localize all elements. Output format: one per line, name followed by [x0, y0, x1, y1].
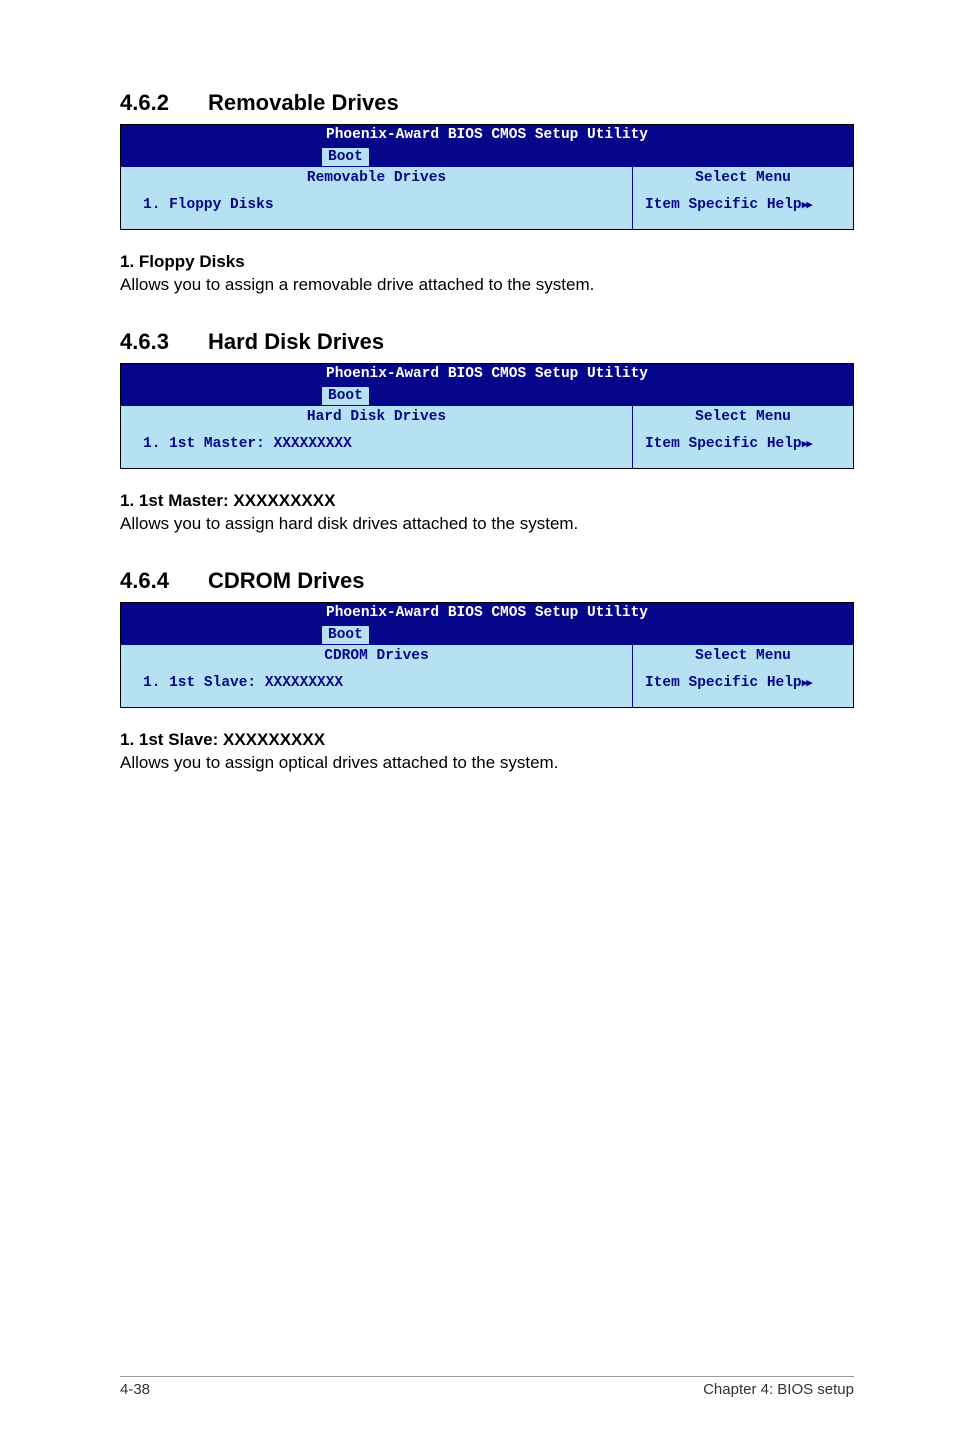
bios-panel-body: 1. 1st Master: XXXXXXXXX Item Specific H… — [121, 428, 853, 468]
panel-title: Hard Disk Drives — [121, 406, 633, 428]
bios-tab-row: Boot — [121, 622, 853, 644]
bios-panel-header: Removable Drives Select Menu — [121, 166, 853, 189]
page-footer: 4-38 Chapter 4: BIOS setup — [120, 1376, 854, 1398]
description: Allows you to assign optical drives atta… — [120, 752, 854, 775]
bios-screenshot-cdrom: Phoenix-Award BIOS CMOS Setup Utility Bo… — [120, 602, 854, 708]
subheading: 1. Floppy Disks — [120, 252, 854, 272]
arrow-icon — [802, 197, 811, 213]
bios-utility-title: Phoenix-Award BIOS CMOS Setup Utility — [121, 603, 853, 622]
section-title-text: Removable Drives — [208, 90, 399, 116]
chapter-label: Chapter 4: BIOS setup — [703, 1381, 854, 1398]
bios-help: Item Specific Help — [633, 428, 853, 468]
arrow-icon — [802, 436, 811, 452]
section-heading: 4.6.2 Removable Drives — [120, 90, 854, 116]
bios-utility-title: Phoenix-Award BIOS CMOS Setup Utility — [121, 125, 853, 144]
help-text: Item Specific Help — [645, 436, 802, 452]
select-menu-title: Select Menu — [633, 645, 853, 667]
help-text: Item Specific Help — [645, 197, 802, 213]
bios-screenshot-harddisk: Phoenix-Award BIOS CMOS Setup Utility Bo… — [120, 363, 854, 469]
select-menu-title: Select Menu — [633, 167, 853, 189]
boot-tab: Boot — [321, 625, 370, 644]
bios-screenshot-removable: Phoenix-Award BIOS CMOS Setup Utility Bo… — [120, 124, 854, 230]
bios-item: 1. Floppy Disks — [121, 189, 633, 229]
section-title-text: Hard Disk Drives — [208, 329, 384, 355]
page-number: 4-38 — [120, 1381, 150, 1398]
panel-title: Removable Drives — [121, 167, 633, 189]
description: Allows you to assign hard disk drives at… — [120, 513, 854, 536]
description: Allows you to assign a removable drive a… — [120, 274, 854, 297]
bios-panel-header: Hard Disk Drives Select Menu — [121, 405, 853, 428]
bios-tab-row: Boot — [121, 144, 853, 166]
arrow-icon — [802, 675, 811, 691]
panel-title: CDROM Drives — [121, 645, 633, 667]
section-heading: 4.6.3 Hard Disk Drives — [120, 329, 854, 355]
section-number: 4.6.2 — [120, 90, 208, 116]
section-heading: 4.6.4 CDROM Drives — [120, 568, 854, 594]
bios-item: 1. 1st Master: XXXXXXXXX — [121, 428, 633, 468]
bios-tab-row: Boot — [121, 383, 853, 405]
section-number: 4.6.4 — [120, 568, 208, 594]
subheading: 1. 1st Master: XXXXXXXXX — [120, 491, 854, 511]
section-number: 4.6.3 — [120, 329, 208, 355]
section-title-text: CDROM Drives — [208, 568, 364, 594]
boot-tab: Boot — [321, 386, 370, 405]
bios-item: 1. 1st Slave: XXXXXXXXX — [121, 667, 633, 707]
bios-help: Item Specific Help — [633, 667, 853, 707]
subheading: 1. 1st Slave: XXXXXXXXX — [120, 730, 854, 750]
bios-panel-header: CDROM Drives Select Menu — [121, 644, 853, 667]
bios-utility-title: Phoenix-Award BIOS CMOS Setup Utility — [121, 364, 853, 383]
bios-panel-body: 1. Floppy Disks Item Specific Help — [121, 189, 853, 229]
boot-tab: Boot — [321, 147, 370, 166]
bios-panel-body: 1. 1st Slave: XXXXXXXXX Item Specific He… — [121, 667, 853, 707]
select-menu-title: Select Menu — [633, 406, 853, 428]
help-text: Item Specific Help — [645, 675, 802, 691]
bios-help: Item Specific Help — [633, 189, 853, 229]
